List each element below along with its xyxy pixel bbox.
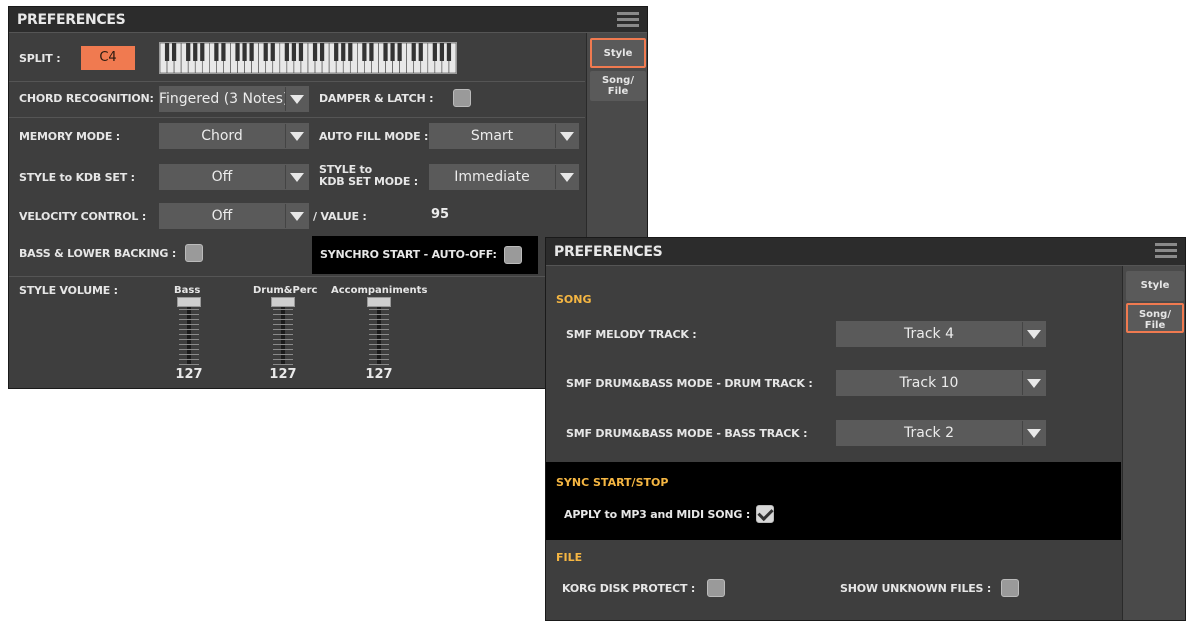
panel-title-bar: PREFERENCES — [9, 7, 647, 33]
style-kbd-set-dropdown[interactable]: Off — [159, 164, 309, 190]
menu-icon[interactable] — [1155, 243, 1177, 258]
keyboard-icon[interactable] — [159, 42, 457, 74]
style-kbd-set-label: STYLE to KDB SET : — [19, 171, 135, 184]
velocity-control-value: Off — [211, 208, 233, 224]
show-unknown-files-checkbox[interactable] — [1001, 579, 1019, 597]
fader-knob-icon[interactable] — [271, 297, 295, 307]
memory-mode-dropdown[interactable]: Chord — [159, 123, 309, 149]
sync-section-title: SYNC START/STOP — [556, 476, 669, 489]
synchro-start-checkbox[interactable] — [504, 246, 522, 264]
bass-lower-backing-label: BASS & LOWER BACKING : — [19, 247, 177, 260]
chord-recognition-label: CHORD RECOGNITION: — [19, 92, 154, 105]
show-unknown-files-label: SHOW UNKNOWN FILES : — [840, 582, 992, 595]
file-section-title: FILE — [556, 551, 583, 564]
dropdown-arrow-icon — [1022, 371, 1045, 395]
dropdown-arrow-icon — [555, 124, 578, 148]
panel-title-bar: PREFERENCES — [546, 238, 1185, 266]
synchro-start-label: SYNCHRO START - AUTO-OFF: — [320, 248, 497, 261]
apply-mp3-label: APPLY to MP3 and MIDI SONG : — [564, 508, 751, 521]
smf-bass-dropdown[interactable]: Track 2 — [836, 420, 1046, 446]
preferences-song-panel: PREFERENCES SONG SMF MELODY TRACK : Trac… — [545, 237, 1186, 621]
tab-style-label: Style — [1140, 280, 1170, 291]
fader-name-accomp: Accompaniments — [331, 285, 428, 296]
dropdown-arrow-icon — [285, 87, 308, 111]
velocity-value[interactable]: 95 — [431, 207, 449, 222]
split-label: SPLIT : — [19, 52, 61, 65]
tab-song-file[interactable]: Song/ File — [1126, 303, 1184, 333]
style-volume-label: STYLE VOLUME : — [19, 284, 118, 297]
smf-bass-value: Track 2 — [904, 425, 954, 441]
velocity-value-label: / VALUE : — [313, 210, 367, 223]
fader-name-bass: Bass — [174, 285, 201, 296]
synchro-start-highlight: SYNCHRO START - AUTO-OFF: — [312, 236, 538, 274]
apply-mp3-checkbox[interactable] — [756, 505, 774, 523]
smf-melody-value: Track 4 — [904, 326, 954, 342]
auto-fill-mode-label: AUTO FILL MODE : — [319, 130, 429, 143]
tab-style-label: Style — [603, 48, 633, 59]
memory-mode-value: Chord — [201, 128, 243, 144]
damper-latch-label: DAMPER & LATCH : — [319, 92, 434, 105]
auto-fill-mode-dropdown[interactable]: Smart — [429, 123, 579, 149]
smf-drum-label: SMF DRUM&BASS MODE - DRUM TRACK : — [566, 377, 813, 390]
fader-name-drum: Drum&Perc — [253, 285, 318, 296]
style-kbd-set-mode-label-2: KDB SET MODE : — [319, 175, 419, 188]
dropdown-arrow-icon — [285, 124, 308, 148]
split-note-button[interactable]: C4 — [81, 46, 135, 70]
menu-icon[interactable] — [617, 12, 639, 27]
chord-recognition-dropdown[interactable]: Fingered (3 Notes) — [159, 86, 309, 112]
tab-song-file-label: Song/ File — [1138, 309, 1171, 331]
dropdown-arrow-icon — [555, 165, 578, 189]
style-kbd-set-value: Off — [211, 169, 233, 185]
dropdown-arrow-icon — [285, 204, 308, 228]
korg-disk-protect-label: KORG DISK PROTECT : — [562, 582, 696, 595]
fader-knob-icon[interactable] — [177, 297, 201, 307]
tab-song-file[interactable]: Song/ File — [590, 71, 646, 101]
bass-lower-backing-checkbox[interactable] — [185, 244, 203, 262]
song-section-title: SONG — [556, 293, 592, 306]
chord-recognition-value: Fingered (3 Notes) — [159, 91, 285, 107]
smf-bass-label: SMF DRUM&BASS MODE - BASS TRACK : — [566, 427, 808, 440]
style-kbd-set-mode-dropdown[interactable]: Immediate — [429, 164, 579, 190]
smf-melody-label: SMF MELODY TRACK : — [566, 328, 697, 341]
panel-title: PREFERENCES — [17, 12, 126, 28]
auto-fill-mode-value: Smart — [470, 128, 514, 144]
tab-style[interactable]: Style — [1126, 271, 1184, 301]
fader-accompaniments[interactable] — [367, 297, 391, 373]
fader-drum-perc[interactable] — [271, 297, 295, 373]
smf-drum-dropdown[interactable]: Track 10 — [836, 370, 1046, 396]
fader-value-bass: 127 — [175, 367, 203, 382]
dropdown-arrow-icon — [1022, 322, 1045, 346]
dropdown-arrow-icon — [285, 165, 308, 189]
dropdown-arrow-icon — [1022, 421, 1045, 445]
panel2-sidebar: Style Song/ File — [1122, 266, 1185, 620]
memory-mode-label: MEMORY MODE : — [19, 130, 120, 143]
damper-latch-checkbox[interactable] — [453, 89, 471, 107]
sync-start-stop-highlight: SYNC START/STOP APPLY to MP3 and MIDI SO… — [546, 462, 1121, 540]
velocity-control-label: VELOCITY CONTROL : — [19, 210, 147, 223]
fader-value-accomp: 127 — [365, 367, 393, 382]
smf-melody-dropdown[interactable]: Track 4 — [836, 321, 1046, 347]
fader-value-drum: 127 — [269, 367, 297, 382]
panel-title: PREFERENCES — [554, 244, 663, 260]
fader-bass[interactable] — [177, 297, 201, 373]
style-kbd-set-mode-value: Immediate — [454, 169, 530, 185]
velocity-control-dropdown[interactable]: Off — [159, 203, 309, 229]
tab-song-file-label: Song/ File — [601, 75, 634, 97]
tab-style[interactable]: Style — [590, 38, 646, 68]
fader-knob-icon[interactable] — [367, 297, 391, 307]
korg-disk-protect-checkbox[interactable] — [707, 579, 725, 597]
style-kbd-set-mode-label-1: STYLE to — [319, 163, 372, 176]
smf-drum-value: Track 10 — [899, 375, 959, 391]
